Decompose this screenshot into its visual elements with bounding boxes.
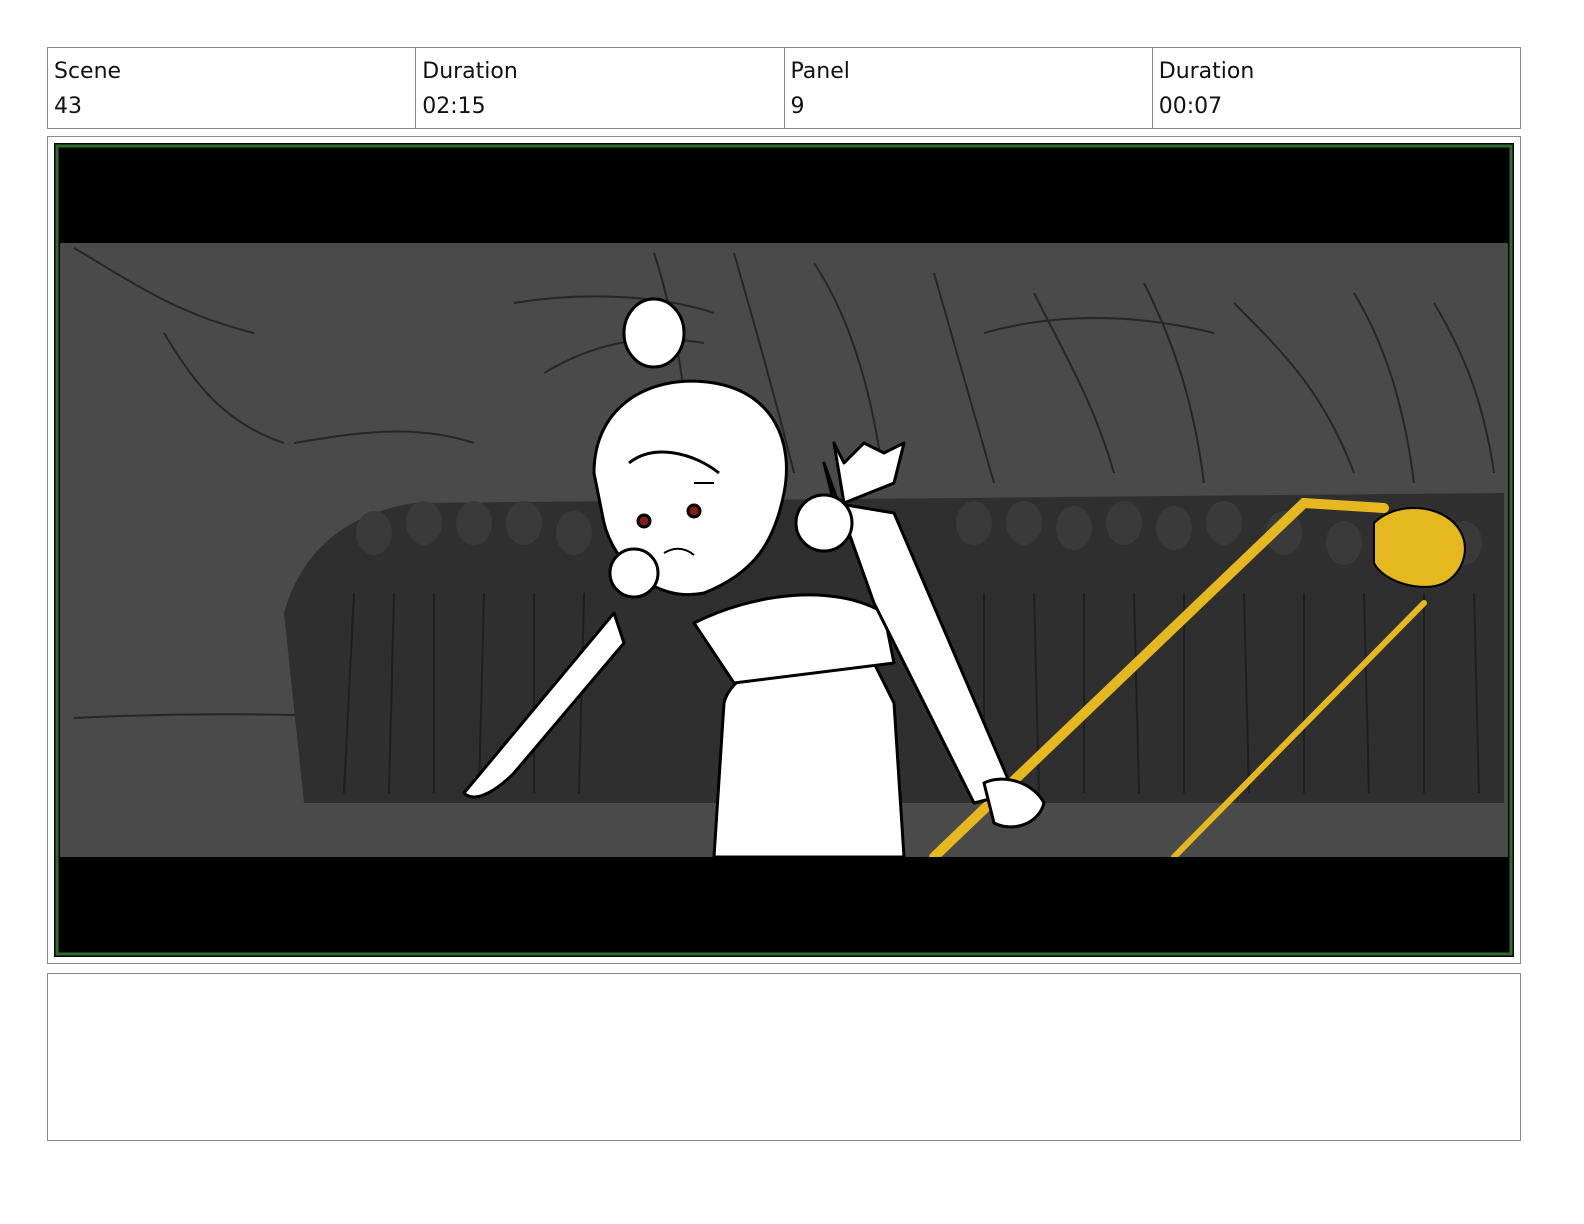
panel-duration-label: Duration <box>1158 59 1255 84</box>
letterbox-top <box>60 149 1508 243</box>
scene-duration-cell: Duration 02:15 <box>416 48 785 128</box>
panel-info-header: Scene 43 Duration 02:15 Panel 9 Duration… <box>47 47 1521 129</box>
storyboard-sketch-image <box>54 143 1514 957</box>
scene-duration-label: Duration <box>422 59 518 84</box>
panel-label: Panel <box>790 59 850 84</box>
panel-duration-value: 00:07 <box>1158 94 1223 119</box>
storyboard-panel-frame <box>47 136 1521 964</box>
panel-duration-cell: Duration 00:07 <box>1153 48 1520 128</box>
scene-duration-value: 02:15 <box>422 94 486 119</box>
panel-notes-box[interactable] <box>47 973 1521 1141</box>
scene-label: Scene <box>54 59 122 84</box>
scene-cell: Scene 43 <box>48 48 417 128</box>
scene-number: 43 <box>54 94 82 119</box>
letterbox-bottom <box>60 857 1508 951</box>
panel-number: 9 <box>790 94 805 119</box>
panel-cell: Panel 9 <box>785 48 1153 128</box>
